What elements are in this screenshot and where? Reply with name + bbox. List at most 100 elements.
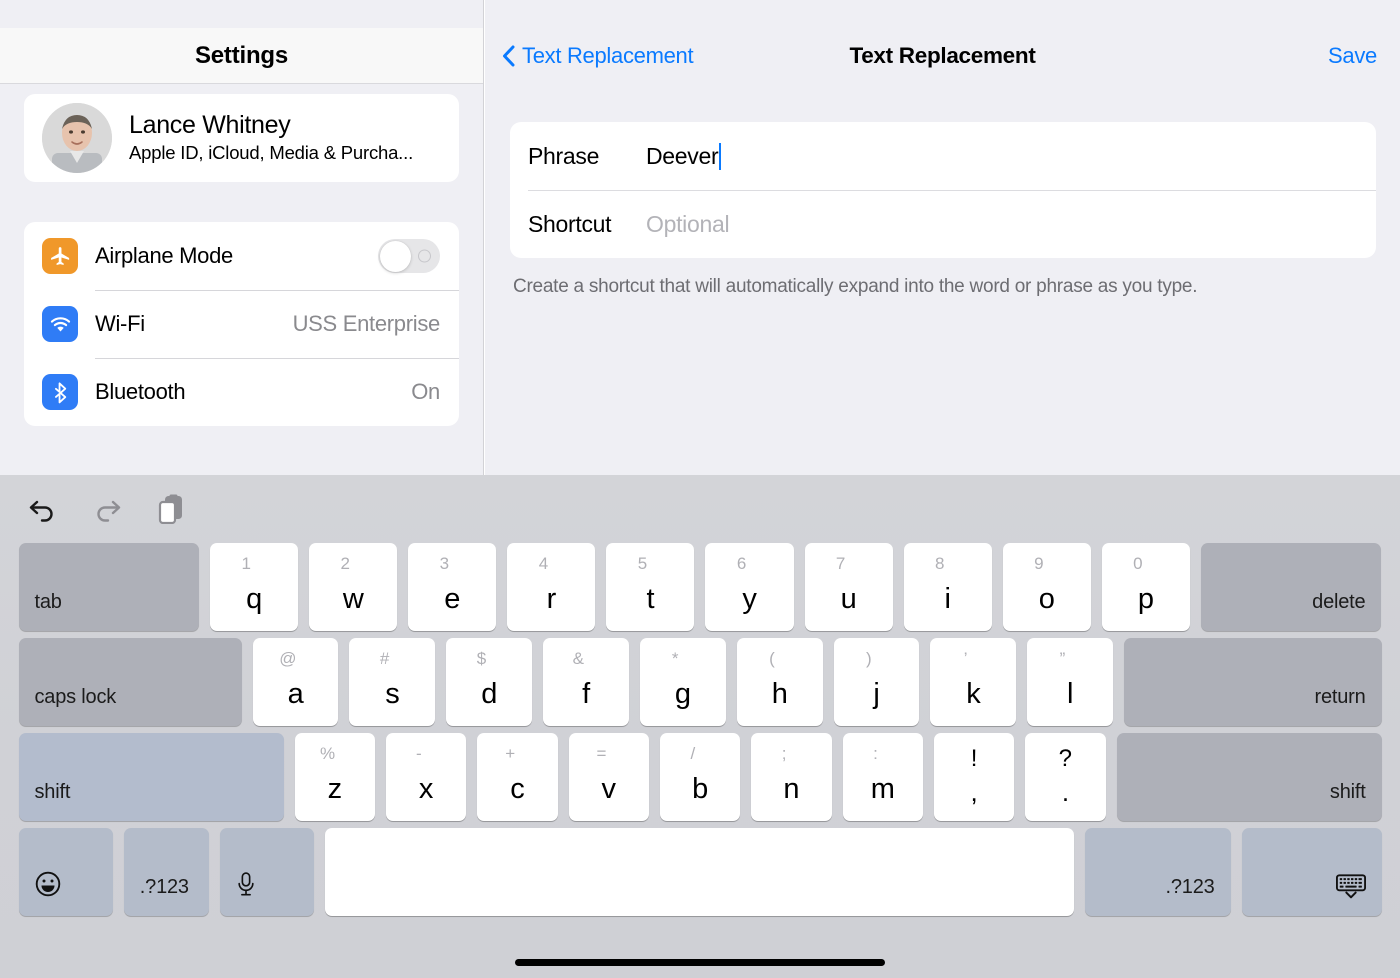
key-l[interactable]: ” l	[1027, 638, 1114, 726]
key-label: shift	[34, 781, 71, 803]
key-p[interactable]: 0 p	[1101, 543, 1190, 631]
key-alt-label: =	[596, 744, 607, 763]
key-label: d	[481, 678, 498, 711]
key-return[interactable]: return	[1124, 638, 1382, 726]
key-u[interactable]: 7 u	[804, 543, 893, 631]
key-w[interactable]: 2 w	[309, 543, 398, 631]
key-r[interactable]: 4 r	[507, 543, 596, 631]
key-h[interactable]: ( h	[736, 638, 823, 726]
shortcut-input[interactable]: Optional	[646, 211, 730, 238]
save-button[interactable]: Save	[1328, 43, 1377, 69]
key-question-period[interactable]: ? .	[1025, 733, 1106, 821]
keyboard-toolbar	[0, 475, 1400, 543]
detail-panel: Text Replacement Text Replacement Save P…	[485, 0, 1400, 475]
key-alt-label: 1	[241, 554, 251, 573]
key-v[interactable]: = v	[568, 733, 649, 821]
key-emoji[interactable]	[18, 828, 113, 916]
key-tab[interactable]: tab	[18, 543, 200, 631]
shortcut-row[interactable]: Shortcut Optional	[510, 190, 1376, 258]
key-d[interactable]: $ d	[446, 638, 533, 726]
keyboard-row-1: tab 1 q 2 w 3 e 4 r 5 t 6 y 7 u 8 i 9 o …	[0, 543, 1400, 631]
key-label: .?123	[1165, 876, 1215, 898]
key-alt-label: @	[279, 649, 297, 668]
key-alt-label: :	[873, 744, 878, 763]
key-shift-right[interactable]: shift	[1116, 733, 1382, 821]
key-alt-label: /	[690, 744, 696, 763]
key-space[interactable]	[325, 828, 1074, 916]
key-label: p	[1137, 583, 1154, 616]
key-label: f	[582, 678, 590, 711]
sidebar-item-wifi[interactable]: Wi-Fi USS Enterprise	[24, 290, 459, 358]
toggle-off-indicator	[418, 249, 431, 263]
key-label: q	[246, 583, 263, 616]
text-replacement-form: Phrase Deever Shortcut Optional	[510, 122, 1376, 258]
key-label: k	[966, 678, 981, 711]
text-cursor	[719, 142, 722, 170]
key-y[interactable]: 6 y	[705, 543, 794, 631]
sidebar-item-value: On	[411, 379, 440, 404]
key-a[interactable]: @ a	[252, 638, 339, 726]
form-footnote: Create a shortcut that will automaticall…	[513, 276, 1198, 297]
key-t[interactable]: 5 t	[606, 543, 695, 631]
key-label: h	[771, 678, 788, 711]
key-label: ,	[970, 776, 978, 807]
key-m[interactable]: : m	[842, 733, 923, 821]
key-exclamation-comma[interactable]: ! ,	[933, 733, 1015, 821]
phrase-row[interactable]: Phrase Deever	[510, 122, 1376, 190]
home-indicator[interactable]	[515, 959, 885, 966]
keyboard-row-3: shift % z - x + c = v / b ; n: m ! , ? …	[0, 733, 1400, 821]
key-k[interactable]: ’ k	[930, 638, 1017, 726]
key-label: z	[327, 773, 343, 806]
phrase-input[interactable]: Deever	[646, 142, 722, 170]
dismiss-keyboard-icon	[1335, 874, 1366, 905]
sidebar-item-value: USS Enterprise	[292, 311, 441, 336]
undo-icon[interactable]	[24, 490, 62, 528]
key-z[interactable]: % z	[294, 733, 375, 821]
key-g[interactable]: * g	[639, 638, 726, 726]
sidebar-item-airplane-mode[interactable]: Airplane Mode	[24, 222, 459, 290]
key-alt-label: 6	[736, 554, 747, 573]
back-button-label: Text Replacement	[522, 43, 694, 68]
key-j[interactable]: ) j	[833, 638, 920, 726]
key-shift-left[interactable]: shift	[18, 733, 284, 821]
key-dictation[interactable]	[219, 828, 315, 916]
key-alt-label: )	[865, 649, 872, 668]
airplane-icon	[42, 238, 78, 274]
detail-nav-bar: Text Replacement Text Replacement Save	[485, 28, 1400, 84]
key-numbers-left[interactable]: .?123	[123, 828, 209, 916]
keyboard-rows: tab 1 q 2 w 3 e 4 r 5 t 6 y 7 u 8 i 9 o …	[0, 543, 1400, 923]
page-title: Settings	[194, 41, 289, 69]
key-numbers-right[interactable]: .?123	[1084, 828, 1231, 916]
key-s[interactable]: # s	[349, 638, 436, 726]
phrase-input-value: Deever	[646, 142, 719, 169]
key-q[interactable]: 1 q	[210, 543, 299, 631]
wifi-icon	[42, 306, 78, 342]
key-n[interactable]: ; n	[751, 733, 832, 821]
key-e[interactable]: 3 e	[408, 543, 497, 631]
back-button[interactable]: Text Replacement	[502, 43, 694, 69]
paste-icon[interactable]	[152, 490, 190, 528]
key-f[interactable]: & f	[543, 638, 629, 726]
key-caps-lock[interactable]: caps lock	[18, 638, 242, 726]
key-label: e	[444, 583, 461, 616]
key-x[interactable]: - x	[385, 733, 467, 821]
key-dismiss-keyboard[interactable]	[1241, 828, 1382, 916]
key-label: caps lock	[34, 686, 117, 708]
key-alt-label: 2	[340, 554, 350, 573]
key-i[interactable]: 8 i	[903, 543, 992, 631]
key-label: c	[510, 773, 525, 806]
key-b[interactable]: / b	[659, 733, 741, 821]
key-alt-label: !	[970, 745, 978, 772]
key-label: m	[870, 773, 895, 806]
redo-icon[interactable]	[88, 490, 126, 528]
sidebar-item-bluetooth[interactable]: Bluetooth On	[24, 358, 459, 426]
airplane-mode-toggle[interactable]	[378, 239, 440, 273]
sidebar-scroll-area[interactable]: Lance Whitney Apple ID, iCloud, Media & …	[0, 85, 483, 475]
avatar	[42, 103, 112, 173]
key-alt-label: 4	[538, 554, 549, 573]
key-o[interactable]: 9 o	[1002, 543, 1091, 631]
key-c[interactable]: + c	[477, 733, 558, 821]
account-subtitle: Apple ID, iCloud, Media & Purcha...	[129, 141, 414, 163]
key-delete[interactable]: delete	[1200, 543, 1382, 631]
account-row[interactable]: Lance Whitney Apple ID, iCloud, Media & …	[24, 94, 459, 182]
